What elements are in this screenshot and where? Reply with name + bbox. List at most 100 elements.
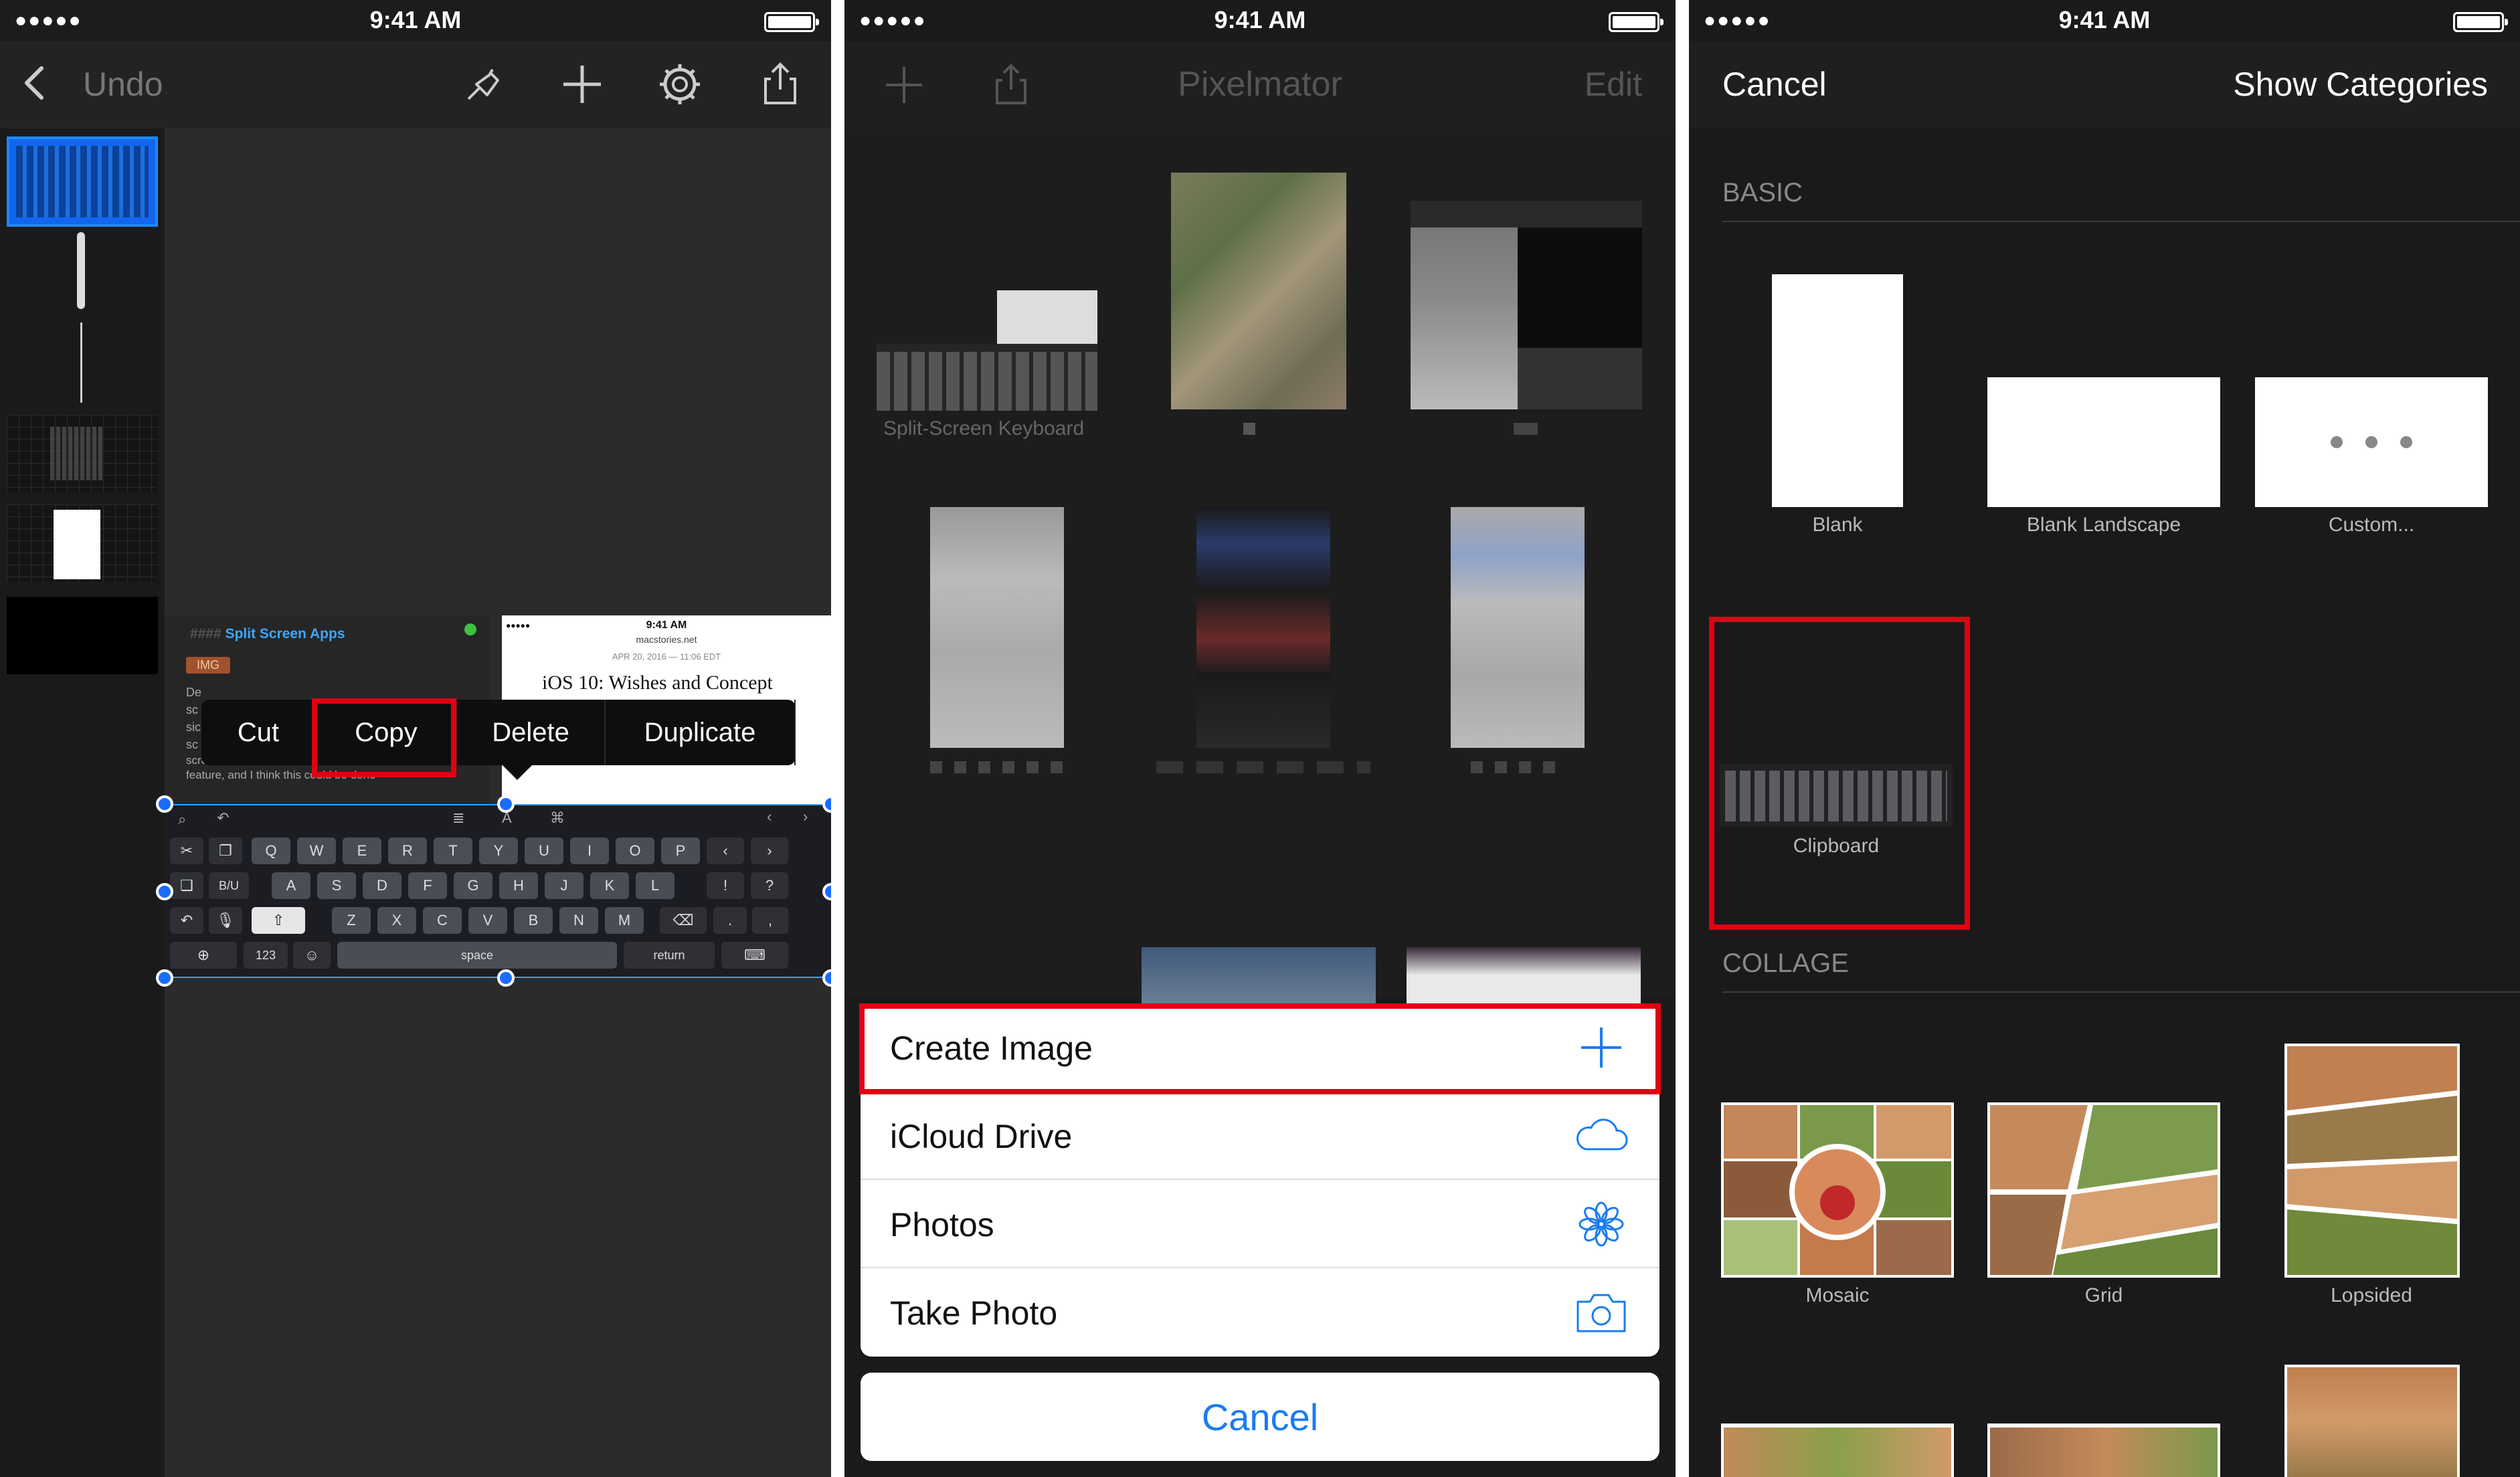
battery-icon — [2453, 12, 2508, 32]
document-thumbnail[interactable] — [1171, 173, 1346, 409]
take-photo-option[interactable]: Take Photo — [861, 1268, 1659, 1357]
status-bar: ●●●●● 9:41 AM — [0, 0, 831, 41]
key-row-3: ↶ 🎙 ⇧ Z X C V B N M ⌫ . , — [165, 907, 831, 937]
template-blank-landscape[interactable] — [1987, 377, 2220, 507]
document-thumbnail[interactable] — [930, 507, 1064, 748]
selection-handle[interactable] — [156, 795, 173, 813]
plus-icon — [1581, 1027, 1621, 1068]
cancel-button[interactable]: Cancel — [861, 1373, 1659, 1461]
undo-icon: ↶ — [170, 907, 203, 934]
cut-button[interactable]: Cut — [201, 700, 317, 765]
duplicate-button[interactable]: Duplicate — [606, 700, 796, 765]
copy-button[interactable]: Copy — [317, 700, 457, 765]
template-grid[interactable] — [1987, 1102, 2220, 1278]
selection-handle[interactable] — [156, 969, 173, 987]
grid-preview-image — [1990, 1105, 2218, 1275]
status-time: 9:41 AM — [2058, 6, 2151, 33]
slide-thumbnail[interactable] — [7, 597, 158, 674]
create-image-option[interactable]: Create Image — [861, 1003, 1659, 1092]
image-gallery: Split-Screen Keyboard — [844, 128, 1676, 1003]
brush-icon[interactable] — [459, 60, 507, 108]
globe-icon: ⊕ — [170, 942, 237, 969]
show-categories-button[interactable]: Show Categories — [2233, 63, 2488, 106]
key: N — [559, 907, 598, 934]
back-icon[interactable] — [15, 62, 58, 104]
section-header-collage: COLLAGE — [1722, 949, 1849, 978]
slide-thumbnail[interactable] — [7, 415, 158, 492]
slide-navigator[interactable] — [0, 128, 165, 1477]
keyboard-toolbar: ⌕ ↶ ≣ A ⌘ ‹ › — [165, 805, 831, 833]
selection-handle[interactable] — [497, 969, 515, 987]
document-thumbnail[interactable] — [1451, 507, 1585, 748]
chevron-right-icon: › — [751, 838, 788, 864]
edit-context-menu: Cut Copy Delete Duplicate — [201, 700, 796, 780]
status-bar: ●●●●● 9:41 AM — [1689, 0, 2520, 41]
template-mosaic[interactable] — [1721, 1102, 1954, 1278]
template-label: Blank — [1812, 514, 1863, 536]
template-label: Blank Landscape — [2026, 514, 2181, 536]
template-custom[interactable] — [2255, 377, 2488, 507]
key: V — [468, 907, 507, 934]
phone-screen-keynote-edit: ●●●●● 9:41 AM Undo #### Split Screen App… — [0, 0, 831, 1477]
slide-canvas[interactable]: #### Split Screen Apps IMG De sc sic sc … — [156, 128, 831, 1477]
status-time: 9:41 AM — [1214, 6, 1306, 33]
template-clipboard[interactable] — [1720, 764, 1953, 827]
more-icon — [2255, 377, 2488, 507]
document-thumbnail[interactable] — [1142, 947, 1376, 1003]
selection-handle[interactable] — [822, 969, 831, 987]
chevron-left-icon: ‹ — [707, 838, 744, 864]
document-thumbnail[interactable] — [877, 277, 1097, 411]
divider — [80, 322, 82, 403]
plus-icon[interactable] — [558, 60, 606, 108]
delete-icon: ⌫ — [660, 907, 707, 934]
slide-thumbnail[interactable] — [7, 504, 158, 582]
key: . — [713, 907, 747, 934]
scissors-icon: ✂ — [170, 838, 203, 864]
lopsided-preview-image — [2287, 1046, 2457, 1275]
template-label: Grid — [2084, 1284, 2123, 1306]
keyboard-image[interactable]: ⌕ ↶ ≣ A ⌘ ‹ › ✂ ❐ Q W E R T Y U I O P ‹ … — [165, 804, 831, 978]
icloud-drive-label: iCloud Drive — [890, 1118, 1073, 1155]
key-row-1: ✂ ❐ Q W E R T Y U I O P ‹ › — [165, 838, 831, 867]
share-icon[interactable] — [756, 60, 804, 108]
selection-handle[interactable] — [497, 795, 515, 813]
screen-title: Pixelmator — [1178, 65, 1342, 104]
collage-thumbnail[interactable] — [1721, 1423, 1954, 1477]
icloud-drive-option[interactable]: iCloud Drive — [861, 1092, 1659, 1180]
cancel-button[interactable]: Cancel — [1722, 63, 1827, 106]
space-key: space — [337, 942, 617, 969]
delete-button[interactable]: Delete — [457, 700, 606, 765]
edit-button[interactable]: Edit — [1585, 63, 1642, 106]
gear-icon[interactable] — [656, 60, 704, 108]
key: H — [499, 872, 538, 899]
template-lopsided[interactable] — [2284, 1044, 2460, 1278]
blurred-caption — [1156, 761, 1370, 773]
photos-option[interactable]: Photos — [861, 1180, 1659, 1268]
collage-thumbnail[interactable] — [2284, 1365, 2460, 1477]
document-thumbnail[interactable] — [1196, 507, 1330, 748]
template-label: Custom... — [2328, 514, 2415, 536]
status-dot — [464, 623, 476, 635]
key: C — [423, 907, 462, 934]
cloud-icon — [1577, 1118, 1628, 1151]
body-line: feature, and I think this could be done — [186, 769, 376, 781]
reorder-handle[interactable] — [77, 232, 85, 309]
document-thumbnail[interactable] — [1407, 947, 1641, 1003]
key: I — [570, 838, 609, 864]
menu-arrow — [503, 765, 532, 780]
key: D — [363, 872, 401, 899]
undo-button[interactable]: Undo — [83, 63, 163, 106]
search-icon: ⌕ — [178, 811, 187, 827]
phone-screen-templates: ●●●●● 9:41 AM Cancel Show Categories BAS… — [1689, 0, 2520, 1477]
navigation-bar: Cancel Show Categories — [1689, 41, 2520, 128]
selection-handle[interactable] — [156, 883, 173, 900]
status-time: 9:41 AM — [369, 6, 462, 33]
key: F — [408, 872, 447, 899]
document-thumbnail[interactable] — [1411, 201, 1642, 409]
key: A — [272, 872, 310, 899]
battery-icon — [764, 12, 819, 32]
key: S — [317, 872, 356, 899]
template-blank[interactable] — [1772, 274, 1903, 507]
collage-thumbnail[interactable] — [1987, 1423, 2220, 1477]
slide-thumbnail-selected[interactable] — [7, 136, 158, 227]
